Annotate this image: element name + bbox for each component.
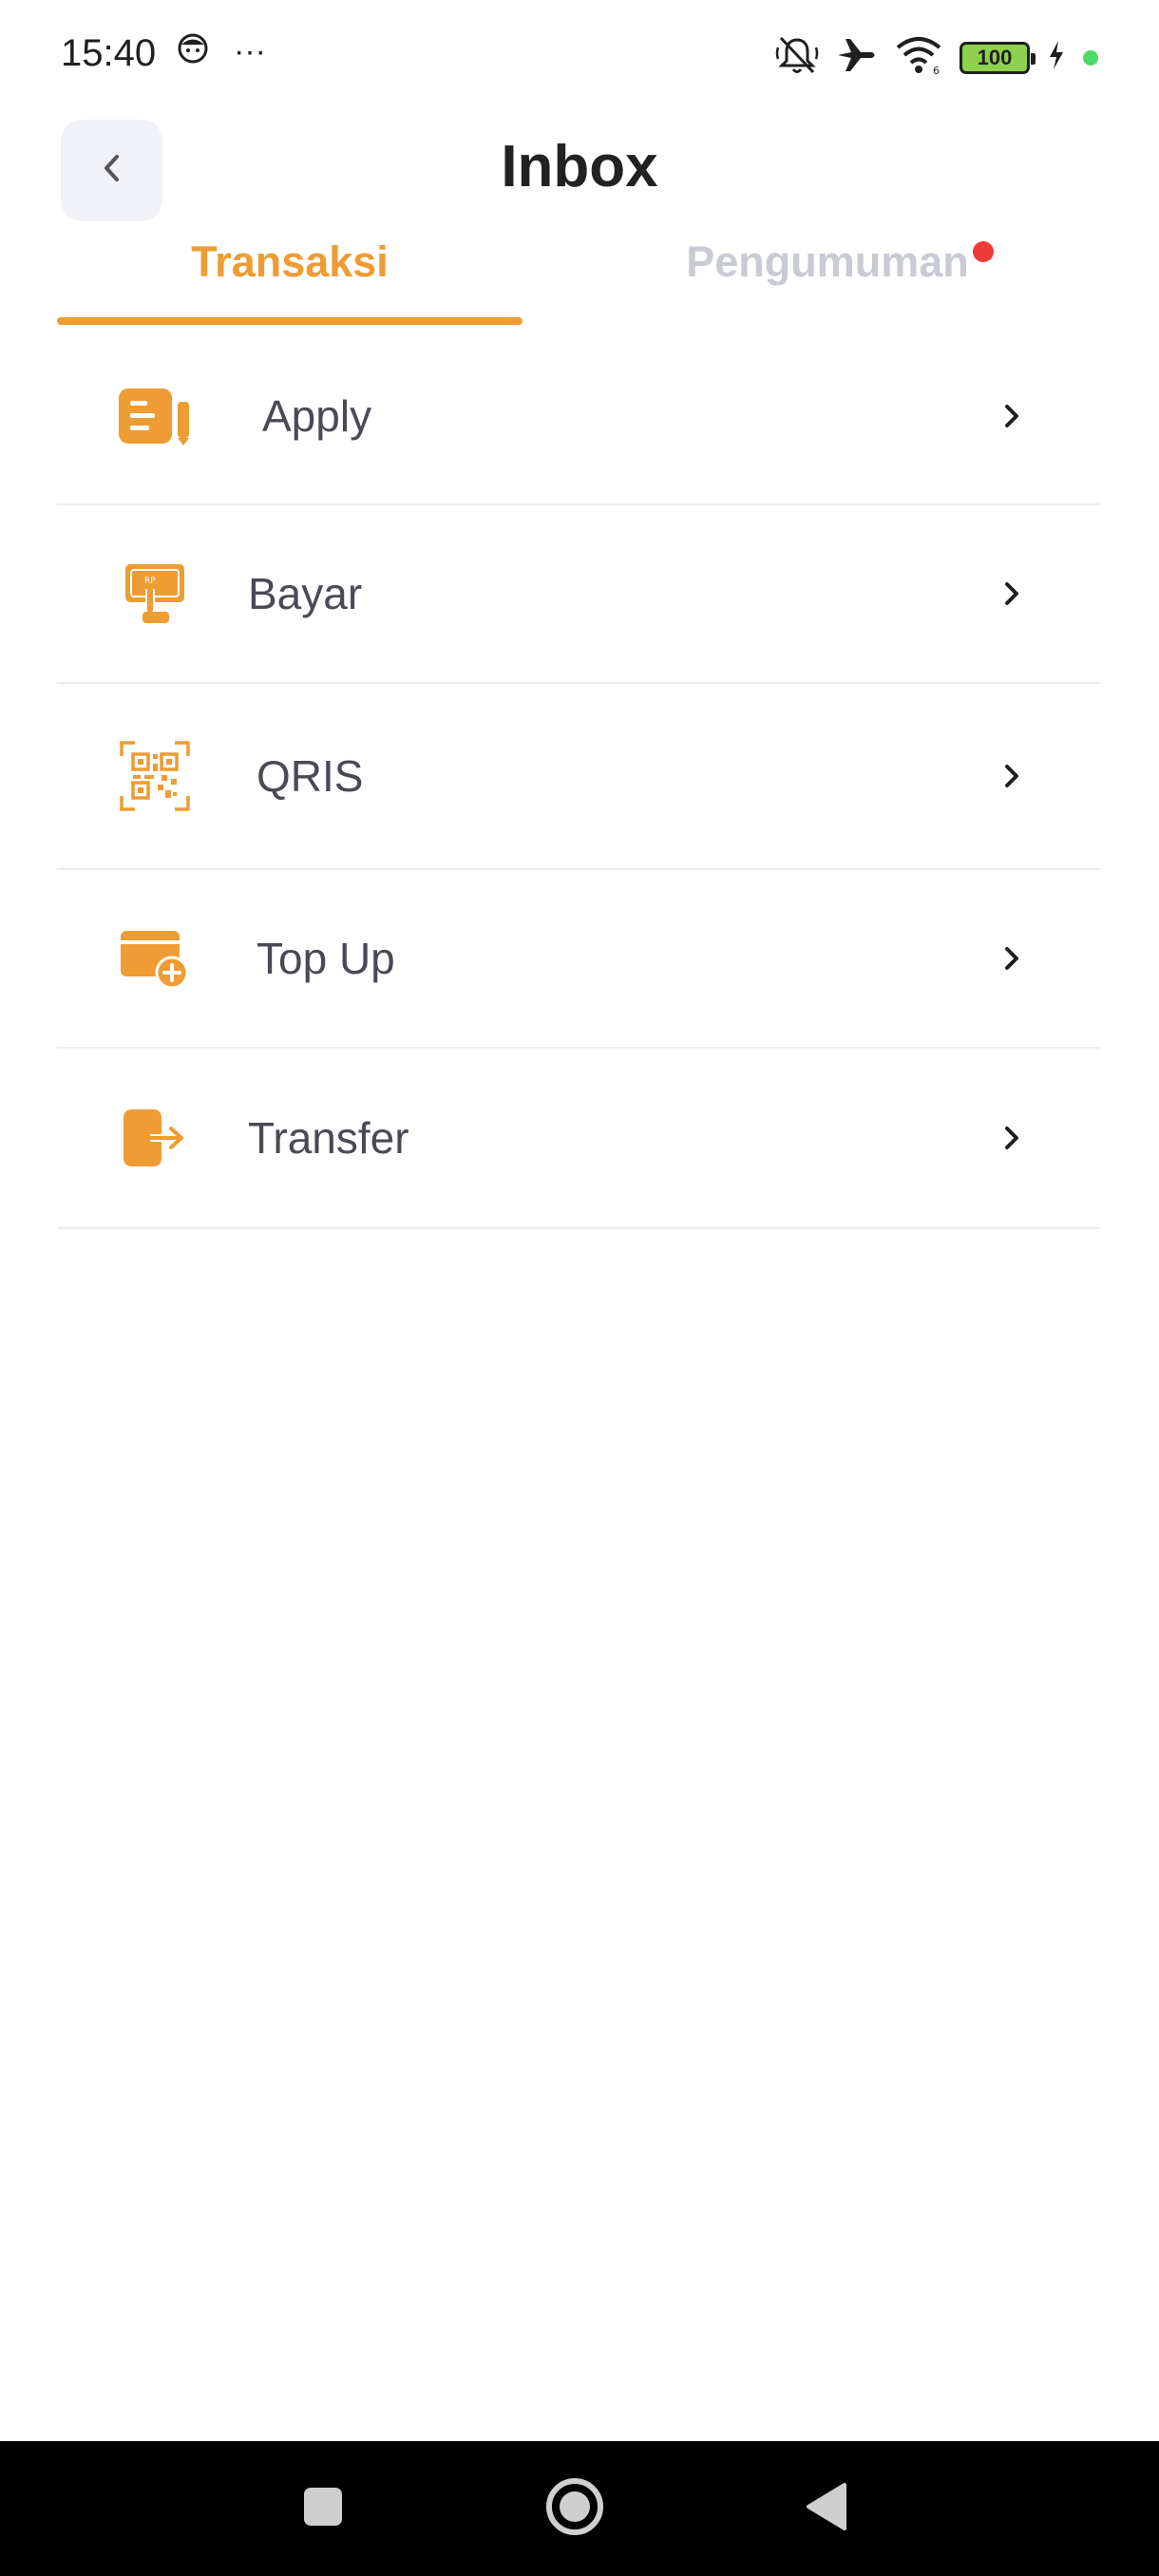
tab-transaksi[interactable]: Transaksi	[57, 237, 522, 329]
airplane-icon	[836, 36, 878, 79]
item-label: Apply	[262, 391, 372, 441]
tab-pengumuman[interactable]: Pengumuman	[580, 237, 1100, 329]
active-tab-indicator	[57, 317, 522, 325]
mute-icon	[775, 34, 819, 81]
chevron-right-icon	[998, 1119, 1026, 1157]
transfer-icon	[114, 1097, 196, 1179]
recent-apps-button[interactable]	[285, 2441, 361, 2576]
back-nav-button[interactable]	[788, 2441, 864, 2576]
tab-label: Pengumuman	[686, 237, 969, 286]
chevron-right-icon	[998, 397, 1026, 435]
home-icon	[545, 2477, 604, 2541]
chevron-right-icon	[998, 939, 1026, 977]
status-bar: 15:40 ··· 6 100	[0, 0, 1159, 110]
status-left-icons: ···	[177, 32, 266, 69]
notification-dot	[972, 241, 994, 262]
wallet-add-icon	[114, 918, 196, 999]
qr-code-icon	[114, 735, 196, 817]
list-item-transfer[interactable]: Transfer	[57, 1049, 1100, 1229]
list-item-qris[interactable]: QRIS	[57, 684, 1100, 870]
chevron-right-icon	[998, 575, 1026, 613]
status-right-icons: 6 100	[775, 34, 1098, 81]
recent-apps-icon	[302, 2486, 344, 2532]
wifi-icon: 6	[895, 35, 942, 80]
pay-icon: RP	[114, 553, 196, 635]
tab-bar: Transaksi Pengumuman	[57, 237, 1100, 329]
item-label: Top Up	[256, 934, 395, 983]
charging-icon	[1047, 39, 1066, 76]
battery-icon: 100	[960, 41, 1036, 74]
charging-indicator-dot	[1083, 49, 1098, 66]
item-label: Bayar	[248, 569, 363, 618]
list-item-top-up[interactable]: Top Up	[57, 870, 1100, 1049]
face-icon	[177, 32, 209, 69]
svg-text:RP: RP	[144, 577, 156, 586]
document-pen-icon	[114, 375, 196, 457]
list-item-bayar[interactable]: RP Bayar	[57, 505, 1100, 684]
page-title: Inbox	[501, 134, 658, 199]
status-time: 15:40	[61, 32, 157, 74]
tab-label: Transaksi	[191, 237, 389, 286]
transaction-category-list: Apply RP Bayar QRIS Top Up Transfer	[57, 329, 1100, 1229]
system-navigation-bar	[0, 2441, 1159, 2576]
home-button[interactable]	[537, 2441, 613, 2576]
back-triangle-icon	[805, 2482, 848, 2536]
item-label: QRIS	[256, 751, 364, 801]
more-dots-icon: ···	[234, 32, 266, 69]
list-item-apply[interactable]: Apply	[57, 329, 1100, 505]
item-label: Transfer	[248, 1113, 409, 1163]
svg-text:6: 6	[933, 65, 940, 75]
chevron-right-icon	[998, 757, 1026, 795]
